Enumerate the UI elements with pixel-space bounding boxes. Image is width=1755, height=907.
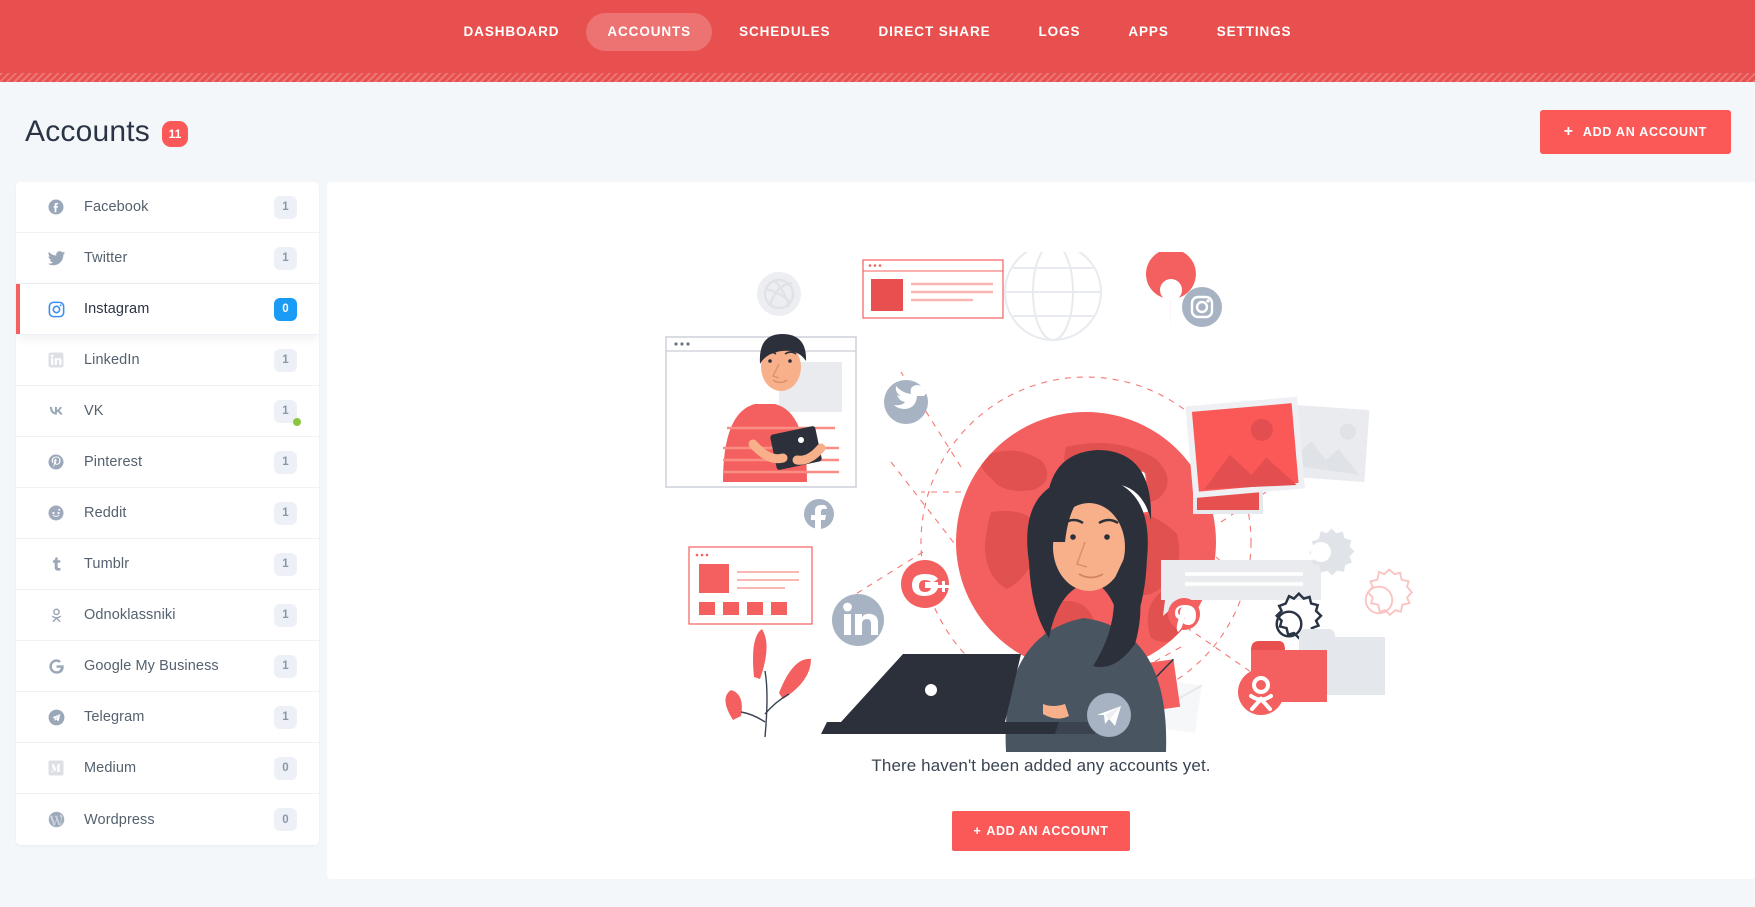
nav-item-apps[interactable]: APPS [1107, 13, 1189, 51]
sidebar-item-label: Pinterest [84, 454, 143, 470]
sidebar-item-tumblr[interactable]: Tumblr 1 [16, 539, 319, 590]
sidebar-item-count: 1 [282, 252, 289, 264]
sidebar-item-count-badge: 0 [274, 756, 297, 780]
sidebar-item-count: 0 [282, 813, 289, 826]
nav-item-dashboard[interactable]: DASHBOARD [443, 13, 581, 51]
page-header: Accounts 11 + ADD AN ACCOUNT [0, 82, 1755, 182]
nav-item-schedules[interactable]: SCHEDULES [718, 13, 851, 51]
telegram-icon [46, 707, 66, 727]
page-body: Facebook 1 Twitter 1 Instagram 0 LinkedIn 1 VK 1 P… [0, 182, 1755, 879]
sidebar-item-count: 1 [282, 201, 289, 213]
instagram-icon [46, 299, 66, 319]
nav-item-accounts[interactable]: ACCOUNTS [586, 13, 713, 51]
sidebar-item-google-my-business[interactable]: Google My Business 1 [16, 641, 319, 692]
accounts-sidebar: Facebook 1 Twitter 1 Instagram 0 LinkedIn 1 VK 1 P… [16, 182, 319, 845]
sidebar-item-odnoklassniki[interactable]: Odnoklassniki 1 [16, 590, 319, 641]
sidebar-item-pinterest[interactable]: Pinterest 1 [16, 437, 319, 488]
sidebar-item-count-badge: 0 [274, 808, 297, 831]
sidebar-item-count-badge: 1 [274, 450, 297, 474]
sidebar-item-count: 1 [282, 405, 289, 417]
sidebar-item-vk[interactable]: VK 1 [16, 386, 319, 437]
sidebar-item-count: 1 [282, 609, 289, 621]
sidebar-item-count-badge: 1 [274, 348, 297, 372]
sidebar-item-label: Instagram [84, 301, 150, 317]
sidebar-item-label: Medium [84, 760, 137, 776]
sidebar-item-count-badge: 1 [274, 705, 297, 729]
sidebar-item-label: LinkedIn [84, 352, 140, 368]
sidebar-item-count: 0 [282, 762, 289, 774]
sidebar-item-count-badge: 1 [274, 654, 297, 678]
nav-item-direct-share[interactable]: DIRECT SHARE [857, 13, 1011, 51]
sidebar-item-label: Tumblr [84, 556, 130, 572]
sidebar-item-twitter[interactable]: Twitter 1 [16, 233, 319, 284]
medium-icon [46, 758, 66, 778]
sidebar-item-count: 0 [282, 303, 289, 315]
sidebar-item-count: 1 [282, 456, 289, 468]
sidebar-item-facebook[interactable]: Facebook 1 [16, 182, 319, 233]
add-an-account-button[interactable]: + ADD AN ACCOUNT [1539, 110, 1731, 154]
sidebar-item-count: 1 [282, 507, 289, 519]
reddit-icon [46, 503, 66, 523]
twitter-icon [46, 248, 66, 268]
vk-icon [46, 401, 66, 421]
empty-state-message: There haven't been added any accounts ye… [871, 756, 1211, 775]
sidebar-item-count-badge: 1 [274, 246, 297, 270]
wordpress-icon [46, 810, 66, 830]
sidebar-item-count: 1 [282, 558, 289, 570]
sidebar-item-label: Twitter [84, 250, 128, 266]
nav-item-settings[interactable]: SETTINGS [1196, 13, 1313, 51]
odnoklassniki-icon [46, 605, 66, 625]
plus-icon: + [1563, 123, 1574, 140]
sidebar-item-count-badge: 1 [274, 552, 297, 576]
plus-icon: + [973, 824, 982, 838]
header-stripe-pattern [0, 73, 1755, 82]
top-navigation-bar: DASHBOARD ACCOUNTS SCHEDULES DIRECT SHARE LO… [0, 0, 1755, 82]
facebook-icon [46, 197, 66, 217]
empty-state-add-account-label: ADD AN ACCOUNT [986, 824, 1109, 838]
google-icon [46, 656, 66, 676]
online-status-dot [293, 417, 301, 426]
sidebar-item-telegram[interactable]: Telegram 1 [16, 692, 319, 743]
sidebar-item-count-badge: 1 [274, 399, 301, 426]
nav-items: DASHBOARD ACCOUNTS SCHEDULES DIRECT SHARE LO… [443, 13, 1313, 51]
pinterest-icon [46, 452, 66, 472]
page-title: Accounts [25, 115, 150, 148]
tumblr-icon [46, 554, 66, 574]
accounts-count-badge: 11 [162, 121, 188, 147]
add-an-account-button-label: ADD AN ACCOUNT [1582, 125, 1707, 139]
sidebar-item-label: Odnoklassniki [84, 607, 176, 623]
sidebar-item-label: Wordpress [84, 811, 155, 828]
sidebar-item-wordpress[interactable]: Wordpress 0 [16, 794, 319, 845]
sidebar-item-count-badge: 1 [274, 501, 297, 525]
sidebar-item-label: VK [84, 403, 104, 419]
sidebar-item-count-badge: 1 [274, 195, 297, 219]
nav-item-logs[interactable]: LOGS [1018, 13, 1102, 51]
sidebar-item-linkedin[interactable]: LinkedIn 1 [16, 335, 319, 386]
social-media-world-illustration [661, 252, 1421, 752]
sidebar-item-label: Facebook [84, 199, 149, 215]
linkedin-icon [46, 350, 66, 370]
sidebar-item-count: 1 [282, 660, 289, 672]
sidebar-item-instagram[interactable]: Instagram 0 [16, 284, 319, 335]
sidebar-item-reddit[interactable]: Reddit 1 [16, 488, 319, 539]
title-group: Accounts 11 [24, 115, 188, 149]
sidebar-item-label: Google My Business [84, 658, 219, 674]
sidebar-item-label: Reddit [84, 505, 127, 521]
empty-state-add-account-button[interactable]: + ADD AN ACCOUNT [951, 811, 1131, 851]
sidebar-item-count-badge: 0 [274, 297, 297, 321]
accounts-main-panel: There haven't been added any accounts ye… [327, 182, 1755, 879]
sidebar-item-count: 1 [282, 354, 289, 366]
sidebar-item-label: Telegram [84, 709, 145, 725]
sidebar-item-medium[interactable]: Medium 0 [16, 743, 319, 794]
sidebar-item-count-badge: 1 [274, 603, 297, 627]
sidebar-item-count: 1 [282, 711, 289, 723]
